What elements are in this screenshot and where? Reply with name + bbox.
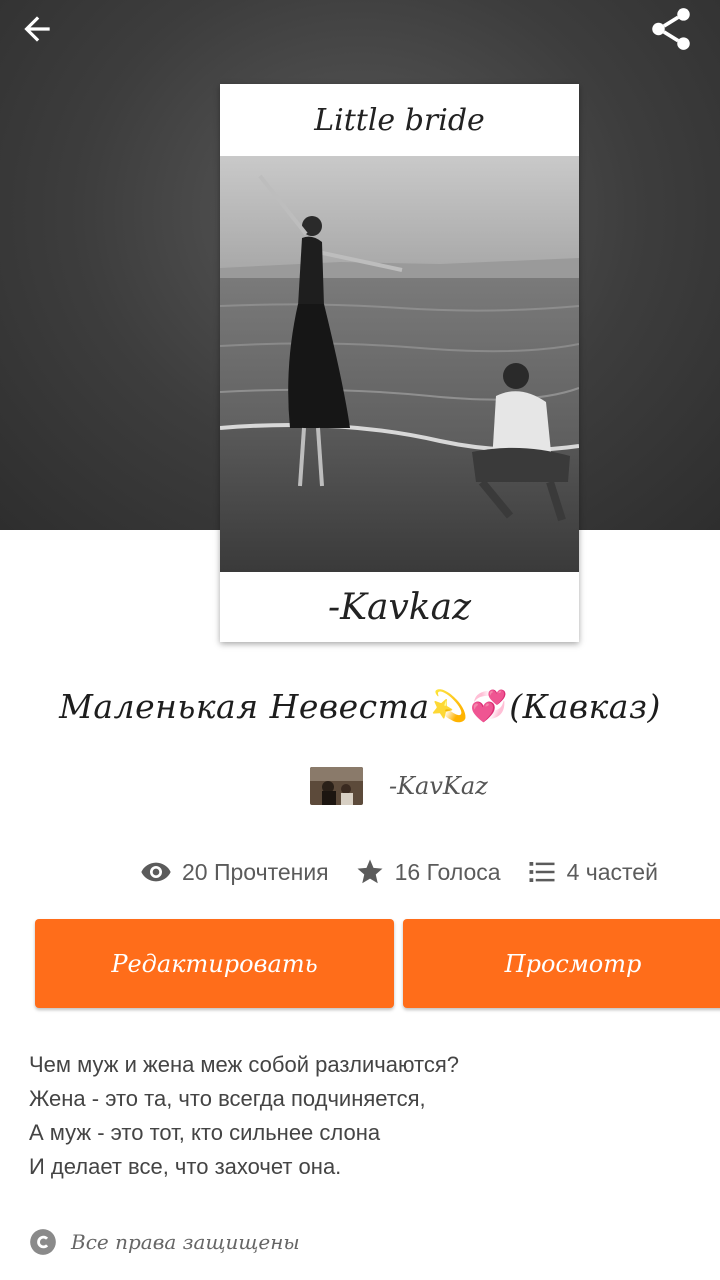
dizzy-emoji-icon: 💫 bbox=[430, 688, 469, 724]
author-link[interactable]: -KavKaz bbox=[310, 766, 488, 806]
story-cover[interactable]: Little bride -Kavkaz bbox=[220, 84, 579, 642]
star-icon bbox=[357, 859, 383, 884]
copyright-notice: Все права защищены bbox=[29, 1224, 300, 1260]
votes-stat: 16 Голоса bbox=[355, 857, 501, 887]
story-description: Чем муж и жена меж собой различаются? Же… bbox=[29, 1048, 689, 1184]
share-icon bbox=[652, 8, 690, 50]
story-title: Маленькая Невеста 💫 💞 (Кавказ) bbox=[0, 678, 720, 734]
parts-stat: 4 частей bbox=[527, 857, 658, 887]
cover-author-text: -Kavkaz bbox=[327, 586, 472, 628]
author-name: -KavKaz bbox=[389, 772, 488, 800]
reads-count: 20 Прочтения bbox=[182, 858, 329, 885]
back-button[interactable] bbox=[14, 6, 60, 52]
cover-title-text: Little bride bbox=[314, 102, 485, 138]
story-stats: 20 Прочтения 16 Голоса 4 частей bbox=[140, 850, 658, 894]
eye-icon bbox=[141, 862, 171, 882]
description-line: Чем муж и жена меж собой различаются? bbox=[29, 1052, 459, 1077]
share-button[interactable] bbox=[644, 2, 698, 56]
edit-button[interactable]: Редактировать bbox=[35, 919, 394, 1008]
view-button[interactable]: Просмотр bbox=[403, 919, 720, 1008]
avatar bbox=[310, 767, 363, 805]
reads-stat: 20 Прочтения bbox=[140, 856, 329, 888]
story-details-screen: Little bride -Kavkaz Маленькая Невеста 💫… bbox=[0, 0, 720, 1280]
story-title-suffix: (Кавказ) bbox=[509, 686, 661, 726]
description-line: Жена - это та, что всегда подчиняется, bbox=[29, 1086, 426, 1111]
list-icon bbox=[529, 862, 555, 882]
copyright-icon bbox=[30, 1229, 56, 1255]
description-line: И делает все, что захочет она. bbox=[29, 1154, 342, 1179]
cover-photo bbox=[220, 156, 579, 572]
two-hearts-emoji-icon: 💞 bbox=[470, 688, 509, 724]
arrow-left-icon bbox=[24, 16, 50, 42]
parts-count: 4 частей bbox=[566, 858, 658, 885]
votes-count: 16 Голоса bbox=[394, 858, 501, 885]
description-line: А муж - это тот, кто сильнее слона bbox=[29, 1120, 381, 1145]
copyright-label: Все права защищены bbox=[71, 1230, 300, 1254]
story-title-main: Маленькая Невеста bbox=[59, 686, 430, 726]
